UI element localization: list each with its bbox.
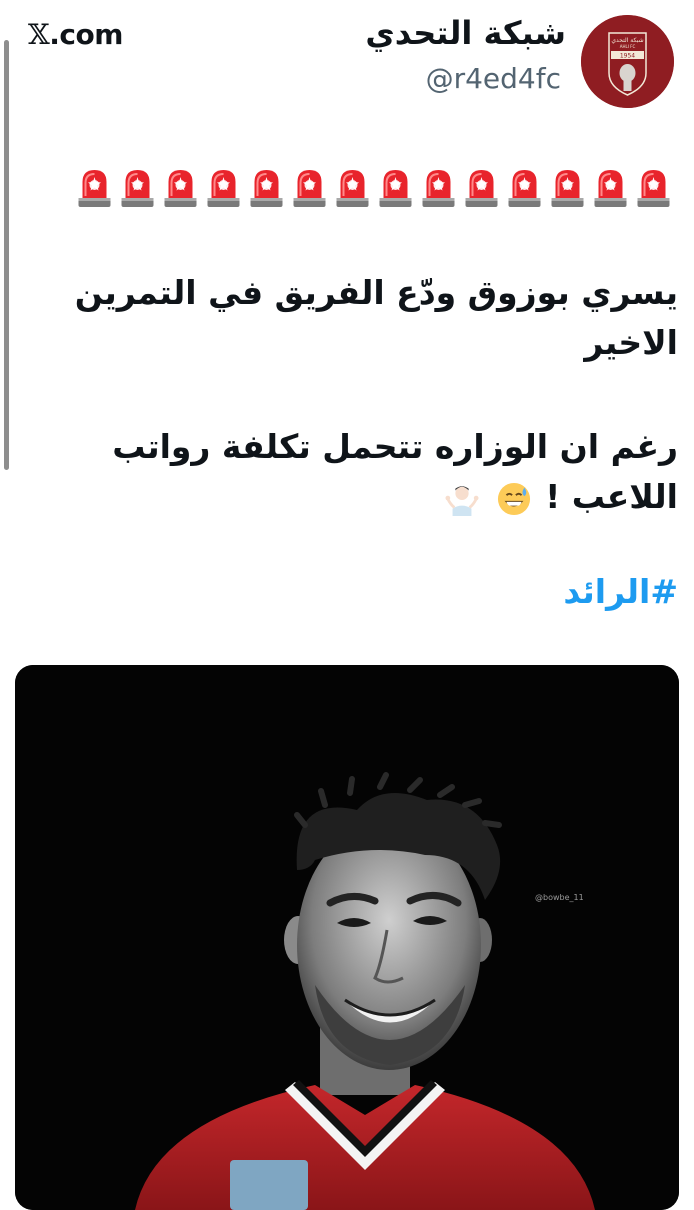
police-light-emoji-icon — [164, 170, 197, 207]
svg-text:شبكة التحدي: شبكة التحدي — [611, 37, 643, 44]
police-light-emoji-icon — [121, 170, 154, 207]
police-light-emoji-icon — [336, 170, 369, 207]
svg-text:1954: 1954 — [620, 53, 635, 60]
watermark-text: @bowbe_11 — [535, 893, 584, 902]
hashtag-link[interactable]: #الرائد — [563, 572, 678, 611]
siren-emoji-row — [76, 168, 672, 208]
police-light-emoji-icon — [637, 170, 670, 207]
tweet-text-line-2-text: رغم ان الوزاره تتحمل تكلفة رواتب اللاعب … — [112, 427, 678, 516]
police-light-emoji-icon — [465, 170, 498, 207]
police-light-emoji-icon — [379, 170, 412, 207]
tweet-media-image[interactable]: @bowbe_11 — [15, 665, 679, 1210]
x-logo[interactable]: 𝕏.com — [28, 18, 123, 51]
police-light-emoji-icon — [250, 170, 283, 207]
police-light-emoji-icon — [508, 170, 541, 207]
person-shrugging-emoji-icon — [445, 485, 479, 516]
police-light-emoji-icon — [422, 170, 455, 207]
club-crest-icon: شبكة التحدي AHLI FC 1954 — [581, 15, 674, 108]
police-light-emoji-icon — [293, 170, 326, 207]
avatar[interactable]: شبكة التحدي AHLI FC 1954 — [581, 15, 674, 108]
player-photo: @bowbe_11 — [15, 665, 679, 1210]
svg-text:AHLI FC: AHLI FC — [620, 44, 636, 49]
police-light-emoji-icon — [594, 170, 627, 207]
police-light-emoji-icon — [78, 170, 111, 207]
tweet-text-line-1: يسري بوزوق ودّع الفريق في التمرين الاخير — [74, 273, 678, 362]
tweet-text-line-2: رغم ان الوزاره تتحمل تكلفة رواتب اللاعب … — [40, 422, 678, 522]
sweat-smile-emoji-icon — [497, 482, 530, 515]
police-light-emoji-icon — [207, 170, 240, 207]
author-handle[interactable]: @r4ed4fc — [426, 62, 561, 95]
author-display-name[interactable]: شبكة التحدي — [365, 14, 566, 52]
police-light-emoji-icon — [551, 170, 584, 207]
scrollbar[interactable] — [4, 40, 9, 470]
